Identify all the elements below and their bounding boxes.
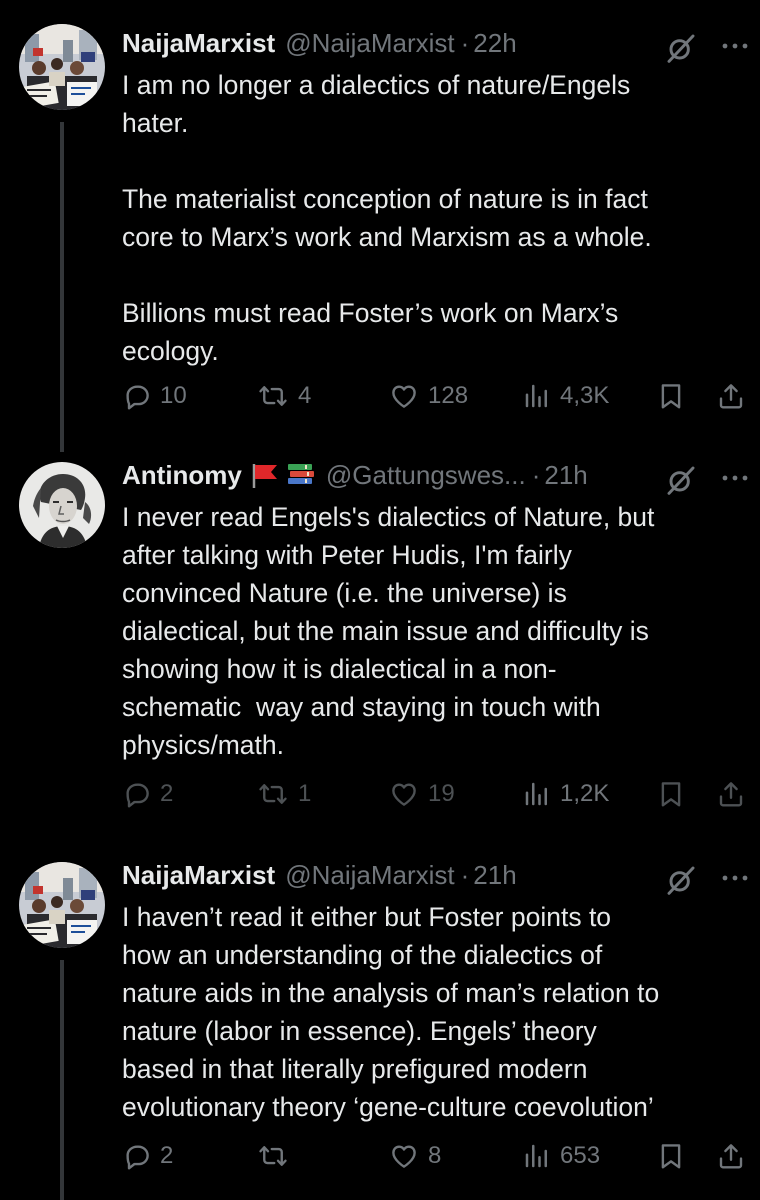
reply-button[interactable]: 2 — [122, 774, 173, 814]
avatar[interactable] — [19, 862, 105, 948]
share-icon — [716, 381, 746, 411]
reply-icon — [122, 1141, 152, 1171]
display-name[interactable]: Antinomy — [122, 460, 242, 491]
like-button[interactable]: 8 — [388, 1136, 441, 1176]
views-button[interactable]: 1,2K — [522, 774, 609, 814]
like-button[interactable]: 128 — [388, 376, 468, 416]
separator-dot: · — [531, 459, 541, 490]
repost-button[interactable] — [256, 1136, 298, 1176]
share-icon — [716, 779, 746, 809]
like-button[interactable]: 19 — [388, 774, 455, 814]
views-count: 4,3K — [560, 382, 610, 409]
timestamp[interactable]: 22h — [473, 28, 516, 59]
bookmark-button[interactable] — [656, 774, 686, 814]
more-icon[interactable] — [719, 868, 751, 888]
reply-button[interactable]: 10 — [122, 376, 187, 416]
reply-count: 2 — [160, 1142, 174, 1169]
flag-emoji — [252, 464, 277, 488]
repost-count: 1 — [298, 780, 312, 807]
display-name[interactable]: NaijaMarxist — [122, 28, 275, 59]
views-icon — [522, 779, 552, 809]
like-count: 19 — [428, 780, 455, 807]
avatar[interactable] — [19, 462, 105, 548]
reply-count: 10 — [160, 382, 187, 409]
separator-dot: · — [460, 27, 470, 58]
tweet-header: NaijaMarxist @NaijaMarxist · 22h — [122, 24, 517, 62]
reply-button[interactable]: 2 — [122, 1136, 173, 1176]
tweet-header: NaijaMarxist @NaijaMarxist · 21h — [122, 856, 517, 894]
tweet-text: I am no longer a dialectics of nature/En… — [122, 70, 652, 366]
reply-count: 2 — [160, 780, 174, 807]
like-icon — [388, 779, 420, 809]
bookmark-icon — [656, 381, 686, 411]
action-bar: 2 1 19 1,2K — [0, 774, 760, 814]
display-name[interactable]: NaijaMarxist — [122, 860, 275, 891]
repost-icon — [256, 1141, 290, 1171]
like-icon — [388, 381, 420, 411]
grok-icon[interactable] — [665, 464, 697, 496]
views-icon — [522, 381, 552, 411]
reply-icon — [122, 381, 152, 411]
user-handle[interactable]: @Gattungswes... — [326, 460, 526, 491]
timestamp[interactable]: 21h — [473, 860, 516, 891]
share-button[interactable] — [716, 774, 746, 814]
repost-button[interactable]: 4 — [256, 376, 311, 416]
views-count: 653 — [560, 1142, 601, 1169]
more-icon[interactable] — [719, 468, 751, 488]
action-bar: 2 8 653 — [0, 1136, 760, 1176]
share-button[interactable] — [716, 376, 746, 416]
tweet-text: I haven’t read it either but Foster poin… — [122, 902, 660, 1122]
grok-icon[interactable] — [665, 32, 697, 64]
bookmark-icon — [656, 779, 686, 809]
name-emojis — [250, 461, 316, 489]
bookmark-button[interactable] — [656, 1136, 686, 1176]
protest-photo-avatar-image — [19, 862, 105, 948]
books-emoji — [287, 464, 314, 484]
user-handle[interactable]: @NaijaMarxist — [285, 28, 454, 59]
repost-icon — [256, 779, 290, 809]
share-button[interactable] — [716, 1136, 746, 1176]
like-count: 128 — [428, 382, 469, 409]
grok-icon[interactable] — [665, 864, 697, 896]
share-icon — [716, 1141, 746, 1171]
tweet-header: Antinomy @Gattungswes... · 21h — [122, 456, 588, 494]
tweet-text: I never read Engels's dialectics of Natu… — [122, 502, 655, 760]
views-button[interactable]: 4,3K — [522, 376, 609, 416]
more-icon[interactable] — [719, 36, 751, 56]
protest-photo-avatar-image — [19, 24, 105, 110]
bookmark-button[interactable] — [656, 376, 686, 416]
repost-count: 4 — [298, 382, 312, 409]
action-bar: 10 4 128 4,3K — [0, 376, 760, 416]
views-icon — [522, 1141, 552, 1171]
repost-button[interactable]: 1 — [256, 774, 311, 814]
timestamp[interactable]: 21h — [544, 460, 587, 491]
portrait-engraving-avatar-image — [19, 462, 105, 548]
views-count: 1,2K — [560, 780, 610, 807]
like-count: 8 — [428, 1142, 442, 1169]
separator-dot: · — [460, 859, 470, 890]
bookmark-icon — [656, 1141, 686, 1171]
reply-icon — [122, 779, 152, 809]
user-handle[interactable]: @NaijaMarxist — [285, 860, 454, 891]
repost-icon — [256, 381, 290, 411]
views-button[interactable]: 653 — [522, 1136, 600, 1176]
like-icon — [388, 1141, 420, 1171]
avatar[interactable] — [19, 24, 105, 110]
